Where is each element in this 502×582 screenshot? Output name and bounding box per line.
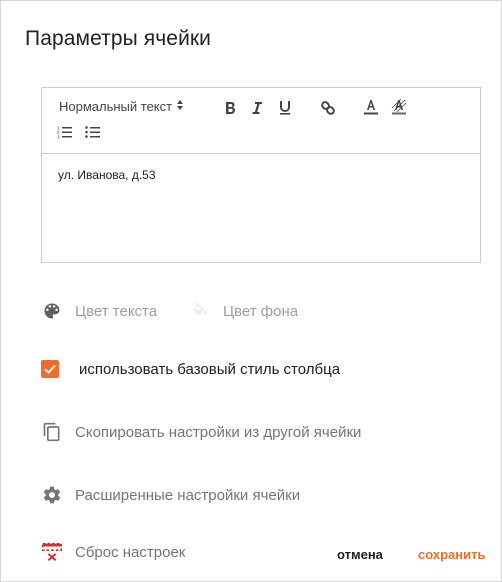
background-color-option[interactable]: Цвет фона xyxy=(189,300,298,322)
paint-bucket-icon xyxy=(189,300,211,322)
advanced-settings-option[interactable]: Расширенные настройки ячейки xyxy=(41,484,300,506)
background-color-icon[interactable] xyxy=(390,98,408,116)
use-base-style-label: использовать базовый стиль столбца xyxy=(79,360,341,378)
copy-settings-label: Скопировать настройки из другой ячейки xyxy=(75,423,362,441)
text-format-select-value: Нормальный текст xyxy=(59,99,173,114)
bullet-list-icon[interactable] xyxy=(84,123,102,141)
copy-settings-option[interactable]: Скопировать настройки из другой ячейки xyxy=(41,421,361,443)
use-base-style-checkbox[interactable] xyxy=(41,360,59,378)
use-base-style-option[interactable]: использовать базовый стиль столбца xyxy=(41,360,340,378)
save-button[interactable]: сохранить xyxy=(418,547,485,562)
copy-icon xyxy=(41,421,63,443)
cancel-button[interactable]: отмена xyxy=(337,547,383,562)
background-color-label: Цвет фона xyxy=(223,302,299,320)
advanced-settings-label: Расширенные настройки ячейки xyxy=(75,486,301,504)
link-icon[interactable] xyxy=(319,99,337,117)
reset-settings-label: Сброс настроек xyxy=(75,543,186,561)
editor-toolbar: Нормальный текст 1 2 3 xyxy=(42,88,480,154)
ordered-list-icon[interactable]: 123 xyxy=(56,123,74,141)
cell-settings-dialog: Параметры ячейки Нормальный текст 1 2 3 … xyxy=(0,0,502,582)
reset-format-icon xyxy=(41,541,63,563)
text-color-option[interactable]: Цвет текста xyxy=(41,300,157,322)
italic-icon[interactable] xyxy=(248,99,266,117)
reset-settings-option[interactable]: Сброс настроек xyxy=(41,541,185,563)
text-color-label: Цвет текста xyxy=(75,302,158,320)
select-arrows-icon xyxy=(176,99,184,114)
palette-icon xyxy=(41,300,63,322)
bold-icon[interactable] xyxy=(221,99,239,117)
dialog-title: Параметры ячейки xyxy=(25,27,212,50)
underline-icon[interactable] xyxy=(276,99,294,117)
text-format-select[interactable]: Нормальный текст xyxy=(59,99,184,114)
gear-icon xyxy=(41,484,63,506)
svg-text:3: 3 xyxy=(57,135,60,140)
editor-content[interactable]: ул. Иванова, д.53 xyxy=(42,154,480,196)
text-color-icon[interactable] xyxy=(362,98,380,116)
rich-text-editor: Нормальный текст 1 2 3 ул. Иванова, д.53 xyxy=(41,87,481,263)
